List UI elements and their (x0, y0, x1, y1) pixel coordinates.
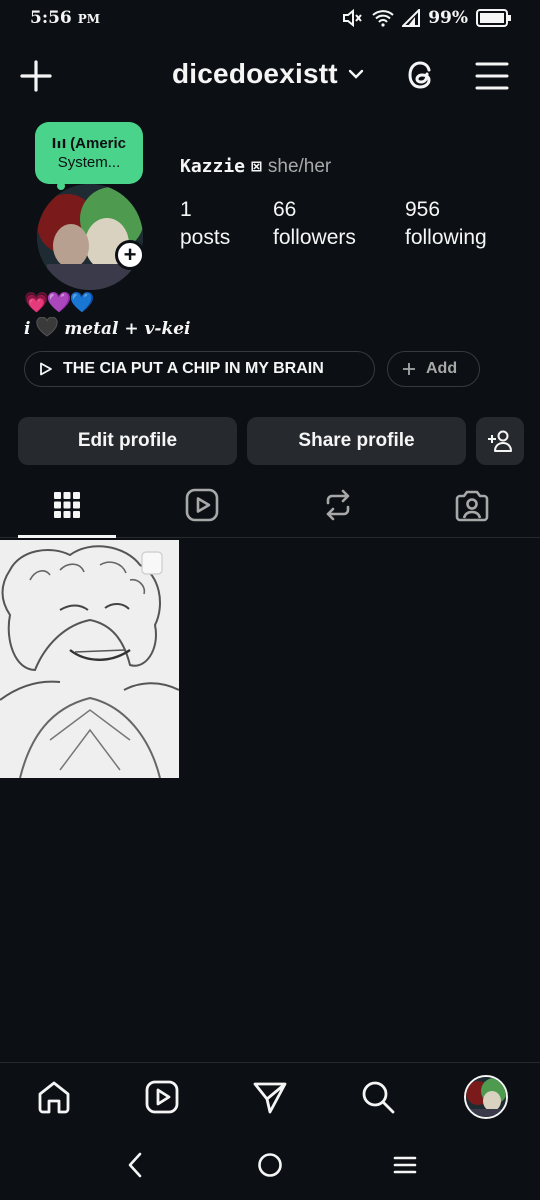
followers-count: 66 (273, 198, 297, 221)
bottom-nav (0, 1062, 540, 1132)
username: dicedoexistt (172, 58, 338, 89)
nav-search[interactable] (356, 1075, 400, 1119)
pronouns: she/her (267, 156, 332, 177)
profile-note-bubble[interactable]: (Americ System... (35, 122, 143, 184)
home-icon (38, 1081, 70, 1114)
play-icon (40, 362, 52, 376)
recents-icon (393, 1156, 417, 1174)
battery-percent: 99% (428, 8, 468, 28)
wifi-icon (372, 10, 394, 27)
system-back-button[interactable] (120, 1150, 150, 1180)
followers-label: followers (273, 226, 356, 249)
tab-reposts[interactable] (288, 474, 388, 536)
tab-reels[interactable] (152, 474, 252, 536)
status-icons: 99% (342, 6, 512, 30)
nav-profile[interactable] (464, 1075, 508, 1119)
nav-direct[interactable] (248, 1075, 292, 1119)
music-chip[interactable]: THE CIA PUT A CHIP IN MY BRAIN (24, 351, 375, 387)
name-row: Kazzie ⊠ she/her (180, 156, 331, 178)
note-line1: (Americ (70, 135, 127, 152)
repost-icon (326, 489, 350, 521)
profile-tabs (0, 474, 540, 538)
share-profile-button[interactable]: Share profile (247, 417, 466, 465)
music-bars-icon (52, 138, 66, 148)
system-nav-bar (0, 1132, 540, 1200)
create-button[interactable] (18, 58, 54, 94)
profile-chips: THE CIA PUT A CHIP IN MY BRAIN Add (24, 351, 480, 387)
tab-grid[interactable] (17, 474, 117, 536)
add-chip[interactable]: Add (387, 351, 480, 387)
signal-icon (402, 9, 421, 27)
followers-stat[interactable]: 66 followers (273, 196, 356, 252)
system-home-button[interactable] (255, 1150, 285, 1180)
following-count: 956 (405, 198, 441, 221)
black-heart-icon (36, 317, 59, 337)
discover-people-button[interactable] (476, 417, 524, 465)
posts-stat[interactable]: 1 posts (180, 196, 230, 252)
status-bar: 5:56 PM 99% (0, 0, 540, 36)
posts-label: posts (180, 226, 231, 249)
threads-icon (408, 61, 431, 89)
profile-header: dicedoexistt (0, 50, 540, 102)
account-switcher[interactable]: dicedoexistt (172, 58, 364, 90)
status-time: 5:56 PM (30, 8, 100, 28)
grid-post-thumbnail[interactable] (0, 540, 179, 778)
following-label: following (405, 226, 487, 249)
tagged-icon (455, 490, 489, 522)
menu-icon (475, 62, 509, 90)
profile-avatar-area: (Americ System... + (35, 122, 147, 290)
chevron-down-icon (348, 69, 363, 79)
following-stat[interactable]: 956 following (405, 196, 487, 252)
bio-suffix: metal + v-kei (64, 319, 191, 339)
grid-icon (54, 492, 80, 518)
mute-icon (343, 8, 362, 28)
profile-actions: Edit profile Share profile (18, 417, 524, 465)
nav-home[interactable] (32, 1075, 76, 1119)
add-chip-label: Add (426, 360, 458, 377)
bio-text: i metal + v-kei (24, 317, 191, 339)
display-name: Kazzie (180, 156, 246, 177)
send-icon (253, 1082, 287, 1114)
name-symbol: ⊠ (251, 156, 262, 177)
add-story-button[interactable]: + (115, 240, 145, 270)
nav-profile-avatar (464, 1075, 508, 1119)
add-person-icon (488, 430, 512, 452)
system-recents-button[interactable] (390, 1150, 420, 1180)
note-bubble-tail (57, 182, 65, 190)
active-tab-indicator (18, 535, 116, 538)
music-chip-label: THE CIA PUT A CHIP IN MY BRAIN (63, 360, 324, 377)
nav-reels[interactable] (140, 1075, 184, 1119)
note-line2: System... (57, 154, 121, 171)
reels-icon (185, 488, 219, 522)
bio-prefix: i (24, 319, 31, 339)
status-time-ampm: PM (77, 12, 100, 26)
threads-button[interactable] (402, 56, 440, 94)
back-icon (128, 1152, 142, 1178)
search-icon (362, 1081, 395, 1114)
profile-avatar[interactable] (37, 184, 143, 290)
bio-hearts: 💗💜💙 (24, 292, 95, 314)
menu-button[interactable] (474, 58, 510, 94)
posts-count: 1 (180, 198, 192, 221)
status-time-value: 5:56 (30, 8, 72, 28)
reels-icon (145, 1080, 179, 1114)
home-circle-icon (258, 1153, 282, 1177)
edit-profile-button[interactable]: Edit profile (18, 417, 237, 465)
battery-icon (476, 9, 511, 27)
plus-icon (20, 60, 52, 92)
profile-bio: 💗💜💙 i metal + v-kei (24, 290, 191, 339)
plus-icon (403, 363, 415, 375)
tab-tagged[interactable] (422, 474, 522, 536)
